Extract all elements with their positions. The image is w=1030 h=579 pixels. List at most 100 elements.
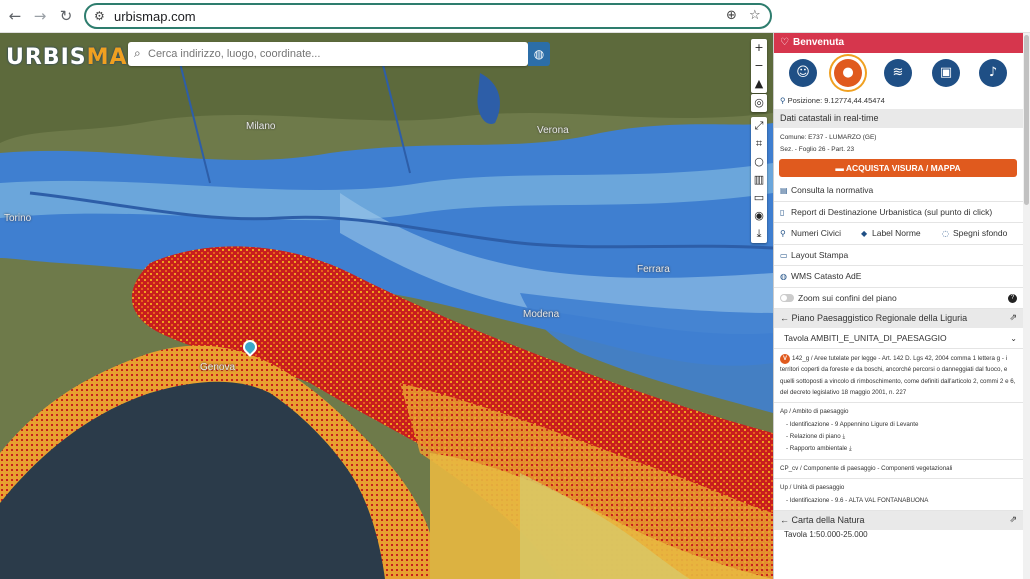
report-link[interactable]: ▯ Report di Destinazione Urbanistica (sul… — [774, 202, 1023, 223]
rapporto-link[interactable]: - Rapporto ambientale ⤓ — [780, 443, 1017, 455]
position-readout: ⚲ Posizione: 9.12774,44.45474 — [774, 93, 1023, 109]
ambito-block: Ap / Ambito di paesaggio - Identificazio… — [774, 403, 1023, 460]
zoom-confini-row[interactable]: Zoom sui confini del piano? — [774, 288, 1023, 309]
help-icon[interactable]: ? — [1008, 293, 1017, 303]
locate-icon[interactable]: ◎ — [751, 94, 767, 112]
relazione-link[interactable]: - Relazione di piano ⤓ — [780, 431, 1017, 443]
welcome-bar: ♡ Benvenuta — [774, 33, 1023, 53]
numeri-civici-toggle[interactable]: ⚲ Numeri Civici — [780, 223, 861, 244]
draw-tools: ⤢ ⌗ ○ ▥ ▭ ◉ ⤓ — [751, 117, 767, 243]
url-text: urbismap.com — [114, 9, 196, 24]
arrow-back-icon[interactable]: ← — [6, 7, 24, 25]
measure-line-icon[interactable]: ⤢ — [751, 117, 767, 135]
toggle-row: ⚲ Numeri Civici ◆ Label Norme ◌ Spegni sfon… — [774, 223, 1023, 245]
compass-icon[interactable]: ▲ — [751, 75, 767, 93]
bookmark-star-icon[interactable]: ☆ — [749, 8, 761, 23]
norm-paragraph-text: 142_g / Aree tutelate per legge - Art. 1… — [780, 355, 1016, 396]
download-icon[interactable]: ⤓ — [751, 225, 767, 243]
tavola-label: Tavola AMBITI_E_UNITA_DI_PAESAGGIO — [784, 333, 947, 343]
wms-link[interactable]: ◍ WMS Catasto AdE — [774, 266, 1023, 288]
globe-icon[interactable]: ◍ — [528, 42, 550, 66]
numeri-civici-label: Numeri Civici — [791, 228, 842, 238]
zoom-out-icon[interactable]: − — [751, 57, 767, 75]
address-bar[interactable]: ⚙ urbismap.com ⊕ ☆ — [84, 3, 772, 29]
buy-visura-button[interactable]: ▬ ACQUISTA VISURA / MAPPA — [779, 159, 1017, 177]
chevron-down-icon: ⌄ — [1010, 334, 1017, 343]
up-ident: - Identificazione - 9.6 - ALTA VAL FONTA… — [786, 496, 929, 504]
natura-header[interactable]: ← Carta della Natura ⇗ — [774, 511, 1023, 531]
componente-block: CP_cv / Componente di paesaggio - Compon… — [774, 460, 1023, 480]
spegni-sfondo-label: Spegni sfondo — [953, 228, 1008, 238]
scale-row: Tavola 1:50.000-25.000 — [784, 530, 868, 540]
zoom-confini-label: Zoom sui confini del piano — [798, 292, 897, 303]
consulta-label: Consulta la normativa — [791, 185, 874, 195]
cadastral-header: Dati catastali in real-time — [774, 109, 1023, 128]
tag-icon: ◆ — [861, 229, 868, 238]
zoom-icon[interactable]: ⊕ — [726, 8, 737, 23]
reload-icon[interactable]: ↻ — [57, 7, 75, 25]
rectangle-icon[interactable]: ▭ — [751, 189, 767, 207]
zoom-controls: + − ▲ — [751, 39, 767, 93]
external-link-icon[interactable]: ⇗ — [1009, 511, 1017, 530]
map-label-torino: Torino — [4, 213, 32, 224]
buy-visura-label: ACQUISTA VISURA / MAPPA — [845, 163, 961, 173]
up-title: Up / Unità di paesaggio — [780, 484, 845, 492]
relazione-label: - Relazione di piano — [786, 433, 841, 440]
piano-header-text: Piano Paesaggistico Regionale della Ligu… — [791, 313, 968, 323]
map-label-milano: Milano — [246, 121, 276, 132]
browser-toolbar: ← → ↻ ⚙ urbismap.com ⊕ ☆ — [0, 0, 1030, 33]
polygon-icon[interactable]: ⌗ — [751, 135, 767, 153]
norm-paragraph: V 142_g / Aree tutelate per legge - Art. … — [774, 349, 1023, 404]
map-label-ferrara: Ferrara — [637, 264, 670, 275]
position-pin-icon: ⚲ — [780, 96, 786, 105]
v-badge: V — [780, 354, 790, 364]
rapporto-label: - Rapporto ambientale — [786, 445, 848, 453]
welcome-text: Benvenuta — [792, 37, 845, 48]
scrollbar-thumb[interactable] — [1024, 35, 1029, 205]
arrow-forward-icon[interactable]: → — [31, 7, 49, 25]
natura-header-text: Carta della Natura — [791, 515, 865, 526]
circle-icon[interactable]: ○ — [751, 153, 767, 171]
heart-icon: ♡ — [780, 37, 789, 48]
zoom-confini-switch[interactable] — [780, 294, 794, 303]
cart-icon: ▬ — [835, 163, 846, 173]
comune-text: Comune: E737 - LUMARZO (GE) — [780, 134, 877, 141]
consulta-normativa-link[interactable]: ▤ Consulta la normativa — [774, 180, 1023, 202]
logo-text-urbis: URBIS — [6, 45, 87, 70]
ap-title: Ap / Ambito di paesaggio — [780, 408, 849, 416]
layout-stampa-link[interactable]: ▭ Layout Stampa — [774, 245, 1023, 266]
map-label-verona: Verona — [537, 125, 569, 136]
layers-icon[interactable]: ≋ — [884, 59, 912, 87]
user-icon[interactable]: ☺ — [789, 59, 817, 87]
sezione-text: Sez. - Foglio 26 - Part. 23 — [780, 146, 855, 153]
map-view[interactable]: URBISMAP ⌕ ◍ + − ▲ ◎ ⤢ ⌗ ○ ▥ ▭ ◉ ⤓ Milan… — [0, 33, 773, 579]
document-icon: ▯ — [780, 207, 785, 217]
search-input[interactable] — [148, 45, 518, 63]
ap-ident: - Identificazione - 9 Appennino Ligure d… — [786, 420, 919, 428]
zoom-in-icon[interactable]: + — [751, 39, 767, 57]
pin-small-icon: ⚲ — [780, 229, 786, 238]
id-card-icon[interactable]: ▣ — [932, 59, 960, 87]
printer-icon: ▭ — [780, 250, 788, 260]
external-link-icon[interactable]: ⇗ — [1009, 309, 1017, 328]
map-pin-icon[interactable]: ● — [834, 59, 862, 87]
site-settings-icon[interactable]: ⚙ — [94, 9, 108, 23]
wms-label: WMS Catasto AdE — [791, 271, 862, 281]
trash-icon[interactable]: ▥ — [751, 171, 767, 189]
map-search[interactable]: ⌕ — [128, 42, 528, 66]
layout-stampa-label: Layout Stampa — [791, 249, 849, 260]
marker-icon[interactable]: ◉ — [751, 207, 767, 225]
tavola-select[interactable]: Tavola AMBITI_E_UNITA_DI_PAESAGGIO ⌄ — [774, 328, 1023, 349]
piano-header[interactable]: ← Piano Paesaggistico Regionale della Li… — [774, 309, 1023, 328]
label-norme-toggle[interactable]: ◆ Label Norme — [861, 223, 942, 244]
urbismap-logo[interactable]: URBISMAP — [6, 45, 145, 70]
eye-off-icon: ◌ — [942, 229, 949, 238]
unita-block: Up / Unità di paesaggio - Identificazion… — [774, 479, 1023, 512]
panel-scrollbar[interactable] — [1023, 33, 1030, 579]
bell-icon[interactable]: ♪ — [979, 59, 1007, 87]
position-text: Posizione: 9.12774,44.45474 — [787, 96, 885, 105]
download-small-icon: ⤓ — [848, 445, 852, 453]
spegni-sfondo-toggle[interactable]: ◌ Spegni sfondo — [942, 223, 1023, 244]
locate-control: ◎ — [751, 94, 767, 112]
map-canvas — [0, 33, 773, 579]
